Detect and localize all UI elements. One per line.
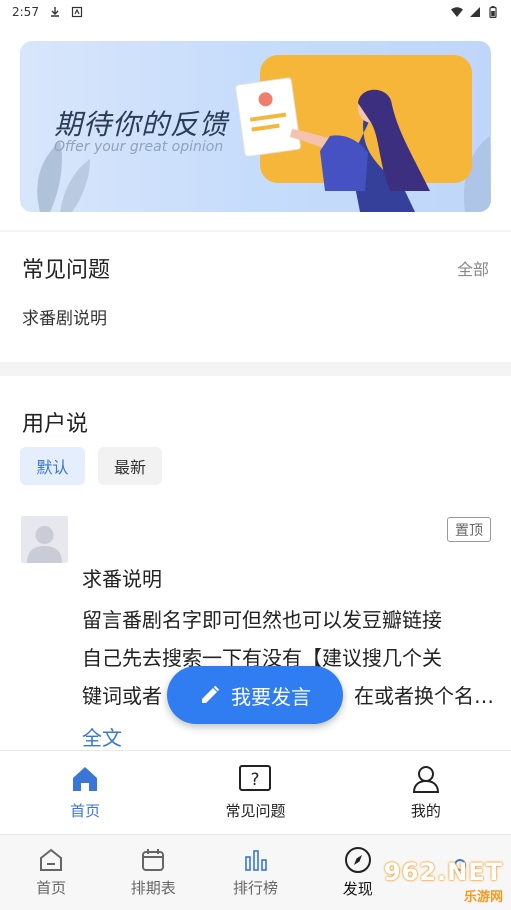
battery-icon bbox=[489, 6, 497, 18]
outer-tab-home-label: 首页 bbox=[36, 879, 67, 897]
faq-all-link[interactable]: 全部 bbox=[457, 256, 489, 280]
svg-text:?: ? bbox=[251, 770, 260, 790]
outer-tab-schedule-label: 排期表 bbox=[130, 879, 176, 897]
pinned-badge: 置顶 bbox=[447, 517, 491, 542]
section-gap bbox=[0, 362, 511, 376]
download-icon bbox=[50, 7, 59, 17]
post-body-fragment: 键词或者 bbox=[82, 684, 162, 708]
status-bar: 2:57 bbox=[0, 0, 511, 24]
post-body-fragment: 在或者换个名… bbox=[354, 684, 494, 708]
default-avatar-icon bbox=[27, 526, 62, 563]
notification-icon bbox=[71, 6, 83, 18]
watermark-logo: 962.NET bbox=[383, 858, 503, 886]
tab-mine-label: 我的 bbox=[410, 802, 441, 820]
outer-tab-schedule[interactable]: 排期表 bbox=[102, 835, 204, 910]
feedback-banner[interactable]: 期待你的反馈 Offer your great opinion bbox=[20, 41, 491, 212]
post-comment-label: 我要发言 bbox=[231, 684, 311, 709]
tab-faq-label: 常见问题 bbox=[225, 802, 286, 820]
status-time: 2:57 bbox=[12, 5, 39, 19]
read-full-link[interactable]: 全文 bbox=[82, 722, 122, 751]
post-body-line: 留言番剧名字即可但然也可以发豆瓣链接 bbox=[82, 608, 442, 632]
tab-home-label: 首页 bbox=[70, 802, 101, 820]
home-icon bbox=[73, 767, 98, 791]
post-comment-button[interactable]: 我要发言 bbox=[167, 666, 343, 724]
site-watermark: 962.NET 乐游网 bbox=[383, 858, 503, 905]
outer-tab-ranking[interactable]: 排行榜 bbox=[204, 835, 306, 910]
home-outline-icon bbox=[40, 848, 63, 871]
divider bbox=[0, 230, 511, 232]
person-icon bbox=[412, 766, 439, 793]
banner-title: 期待你的反馈 bbox=[54, 108, 229, 141]
tab-faq[interactable]: ? 常见问题 bbox=[170, 751, 340, 834]
faq-section-title: 常见问题 bbox=[22, 258, 111, 283]
filter-default-chip[interactable]: 默认 bbox=[20, 447, 85, 485]
pencil-icon bbox=[202, 685, 220, 703]
avatar[interactable] bbox=[21, 516, 68, 563]
banner-subtitle: Offer your great opinion bbox=[54, 139, 224, 155]
tab-home[interactable]: 首页 bbox=[0, 751, 170, 834]
user-says-title: 用户说 bbox=[22, 412, 89, 437]
question-icon: ? bbox=[239, 765, 272, 791]
outer-tab-ranking-label: 排行榜 bbox=[233, 879, 279, 897]
outer-tab-discover-label: 发现 bbox=[342, 880, 373, 898]
wifi-icon bbox=[451, 7, 463, 17]
calendar-icon bbox=[142, 849, 165, 871]
compass-icon bbox=[344, 847, 371, 873]
signal-icon bbox=[470, 7, 480, 17]
faq-item[interactable]: 求番剧说明 bbox=[22, 304, 107, 329]
inner-tab-bar: 首页 ? 常见问题 我的 bbox=[0, 750, 511, 834]
watermark-text: 乐游网 bbox=[463, 890, 503, 905]
outer-tab-home[interactable]: 首页 bbox=[0, 835, 102, 910]
bar-chart-icon bbox=[244, 850, 267, 871]
post-title[interactable]: 求番说明 bbox=[82, 563, 162, 592]
tab-mine[interactable]: 我的 bbox=[341, 751, 511, 834]
filter-latest-chip[interactable]: 最新 bbox=[98, 447, 162, 485]
